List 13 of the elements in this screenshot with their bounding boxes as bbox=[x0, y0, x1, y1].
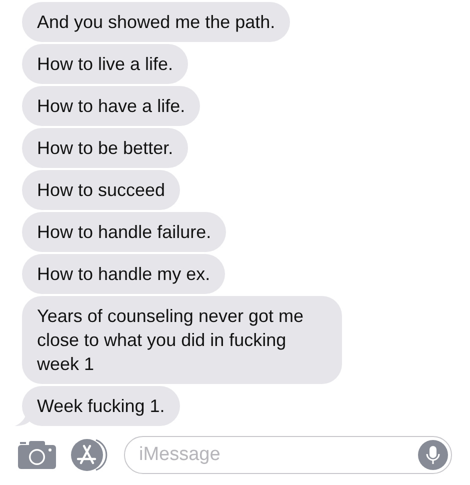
message-bubble: And you showed me the path. bbox=[22, 2, 290, 42]
message-bubble: How to handle failure. bbox=[22, 212, 226, 252]
camera-icon[interactable] bbox=[18, 441, 56, 469]
message-bubble: How to live a life. bbox=[22, 44, 188, 84]
message-field[interactable]: iMessage bbox=[124, 436, 452, 474]
microphone-icon[interactable] bbox=[418, 440, 448, 470]
message-bubble: How to handle my ex. bbox=[22, 254, 226, 294]
message-bubble: Years of counseling never got me close to what you did in fucking week 1 bbox=[22, 296, 342, 384]
message-bubble: How to be better. bbox=[22, 128, 188, 168]
message-bubble: How to succeed bbox=[22, 170, 180, 210]
message-bubble: How to have a life. bbox=[22, 86, 200, 126]
message-bubble: Week fucking 1. bbox=[22, 386, 180, 426]
app-store-icon[interactable] bbox=[70, 438, 110, 472]
